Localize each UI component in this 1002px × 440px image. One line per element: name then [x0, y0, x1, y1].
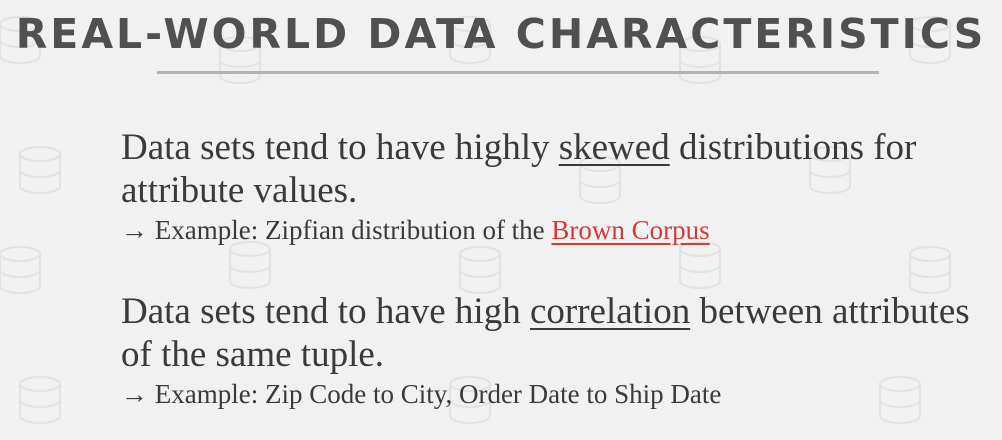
- bullet-skewed: Data sets tend to have highly skewed dis…: [121, 126, 981, 248]
- sub-bullet-example: → Example: Zip Code to City, Order Date …: [121, 376, 981, 412]
- emphasis-skewed: skewed: [558, 127, 670, 168]
- sub-bullet-example: → Example: Zipfian distribution of the B…: [121, 212, 981, 248]
- bullet-text-before: Data sets tend to have highly: [121, 127, 559, 168]
- bullet-correlation: Data sets tend to have high correlation …: [121, 290, 981, 412]
- bullet-main-text: Data sets tend to have highly skewed dis…: [121, 126, 981, 212]
- emphasis-correlation: correlation: [529, 291, 691, 332]
- title-divider: [157, 71, 879, 74]
- sub-bullet-text: Example: Zip Code to City, Order Date to…: [148, 379, 722, 409]
- arrow-icon: →: [121, 215, 148, 245]
- slide-title: REAL-WORLD DATA CHARACTERISTICS: [15, 10, 987, 58]
- bullet-main-text: Data sets tend to have high correlation …: [121, 290, 981, 376]
- bullet-text-before: Data sets tend to have high: [121, 291, 530, 332]
- slide: REAL-WORLD DATA CHARACTERISTICS Data set…: [0, 0, 1002, 440]
- brown-corpus-link[interactable]: Brown Corpus: [551, 215, 709, 245]
- arrow-icon: →: [121, 379, 148, 409]
- sub-bullet-text: Example: Zipfian distribution of the: [148, 215, 552, 245]
